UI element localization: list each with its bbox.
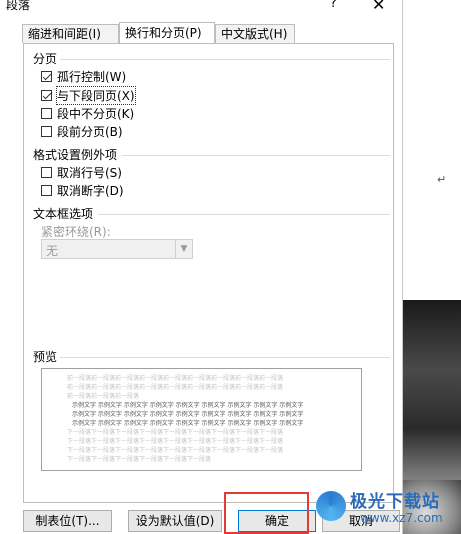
help-button[interactable]: ?: [330, 0, 337, 11]
chevron-down-icon[interactable]: ▼: [175, 240, 192, 258]
tab-line-page-breaks[interactable]: 换行和分页(P): [119, 22, 215, 43]
close-button[interactable]: ✕: [372, 0, 385, 14]
dont-hyphenate-checkbox[interactable]: [41, 184, 52, 196]
watermark-url: www.xz7.com: [360, 511, 443, 525]
tight-wrap-label: 紧密环绕(R):: [41, 225, 111, 239]
preview-line: 前一段落前一段落前一段落: [67, 393, 140, 400]
textbox-heading: 文本框选项: [33, 207, 94, 221]
tabs-button[interactable]: 制表位(T)...: [23, 510, 112, 532]
preview-line: 示例文字 示例文字 示例文字 示例文字 示例文字 示例文字 示例文字 示例文字 …: [72, 402, 304, 409]
keep-lines-together-label: 段中不分页(K): [57, 106, 135, 121]
dont-hyphenate-option[interactable]: 取消断字(D): [41, 182, 124, 198]
preview-divider: [60, 357, 390, 358]
keep-lines-together-checkbox[interactable]: [41, 107, 52, 119]
tight-wrap-select[interactable]: 无 ▼: [41, 239, 193, 259]
keep-with-next-checkbox[interactable]: [41, 89, 52, 101]
keep-with-next-option[interactable]: 与下段同页(X): [41, 85, 136, 105]
set-default-button[interactable]: 设为默认值(D): [128, 510, 222, 532]
widow-control-option[interactable]: 孤行控制(W): [41, 68, 126, 84]
pagination-divider: [60, 59, 390, 60]
textbox-divider: [98, 214, 390, 215]
keep-with-next-label: 与下段同页(X): [56, 85, 136, 105]
keep-lines-together-option[interactable]: 段中不分页(K): [41, 105, 134, 121]
ok-highlight-box: [224, 492, 309, 534]
widow-control-label: 孤行控制(W): [57, 69, 127, 84]
page-break-before-label: 段前分页(B): [57, 124, 123, 139]
watermark-logo-icon: [316, 491, 346, 521]
exceptions-heading: 格式设置例外项: [33, 148, 118, 162]
preview-line: 下一段落下一段落下一段落下一段落下一段落下一段落下一段落下一段落下一段落: [67, 447, 284, 454]
title-bar: 段落 ? ✕: [0, 0, 402, 14]
watermark: 极光下载站 www.xz7.com: [316, 485, 461, 530]
preview-line: 下一段落下一段落下一段落下一段落下一段落下一段落下一段落下一段落下一段落: [67, 438, 284, 445]
paragraph-dialog: 段落 ? ✕ 缩进和间距(I) 换行和分页(P) 中文版式(H) 分页 孤行控制…: [0, 0, 403, 534]
widow-control-checkbox[interactable]: [41, 70, 52, 82]
tab-indents-spacing[interactable]: 缩进和间距(I): [22, 24, 119, 43]
watermark-brand: 极光下载站: [350, 492, 440, 512]
pagination-heading: 分页: [33, 52, 58, 66]
preview-line: 前一段落前一段落前一段落前一段落前一段落前一段落前一段落前一段落前一段落: [67, 375, 284, 382]
page-break-before-option[interactable]: 段前分页(B): [41, 123, 123, 139]
preview-heading: 预览: [33, 350, 58, 364]
tight-wrap-value: 无: [46, 244, 59, 258]
dont-hyphenate-label: 取消断字(D): [57, 183, 124, 198]
suppress-line-numbers-option[interactable]: 取消行号(S): [41, 164, 122, 180]
tab-asian-typography[interactable]: 中文版式(H): [215, 24, 295, 43]
preview-box: 前一段落前一段落前一段落前一段落前一段落前一段落前一段落前一段落前一段落 前一段…: [41, 368, 362, 471]
exceptions-divider: [122, 155, 390, 156]
paragraph-mark: ↵: [437, 173, 447, 186]
page-break-before-checkbox[interactable]: [41, 125, 52, 137]
dialog-title: 段落: [6, 0, 31, 12]
preview-line: 下一段落下一段落下一段落下一段落下一段落下一段落: [67, 456, 212, 463]
preview-line: 下一段落下一段落下一段落下一段落下一段落下一段落下一段落下一段落下一段落: [67, 429, 284, 436]
suppress-line-numbers-checkbox[interactable]: [41, 166, 52, 178]
preview-line: 示例文字 示例文字 示例文字 示例文字 示例文字 示例文字 示例文字 示例文字 …: [72, 411, 304, 418]
suppress-line-numbers-label: 取消行号(S): [57, 165, 122, 180]
preview-line: 示例文字 示例文字 示例文字 示例文字 示例文字 示例文字 示例文字 示例文字 …: [72, 420, 304, 427]
preview-line: 前一段落前一段落前一段落前一段落前一段落前一段落前一段落前一段落前一段落: [67, 384, 284, 391]
